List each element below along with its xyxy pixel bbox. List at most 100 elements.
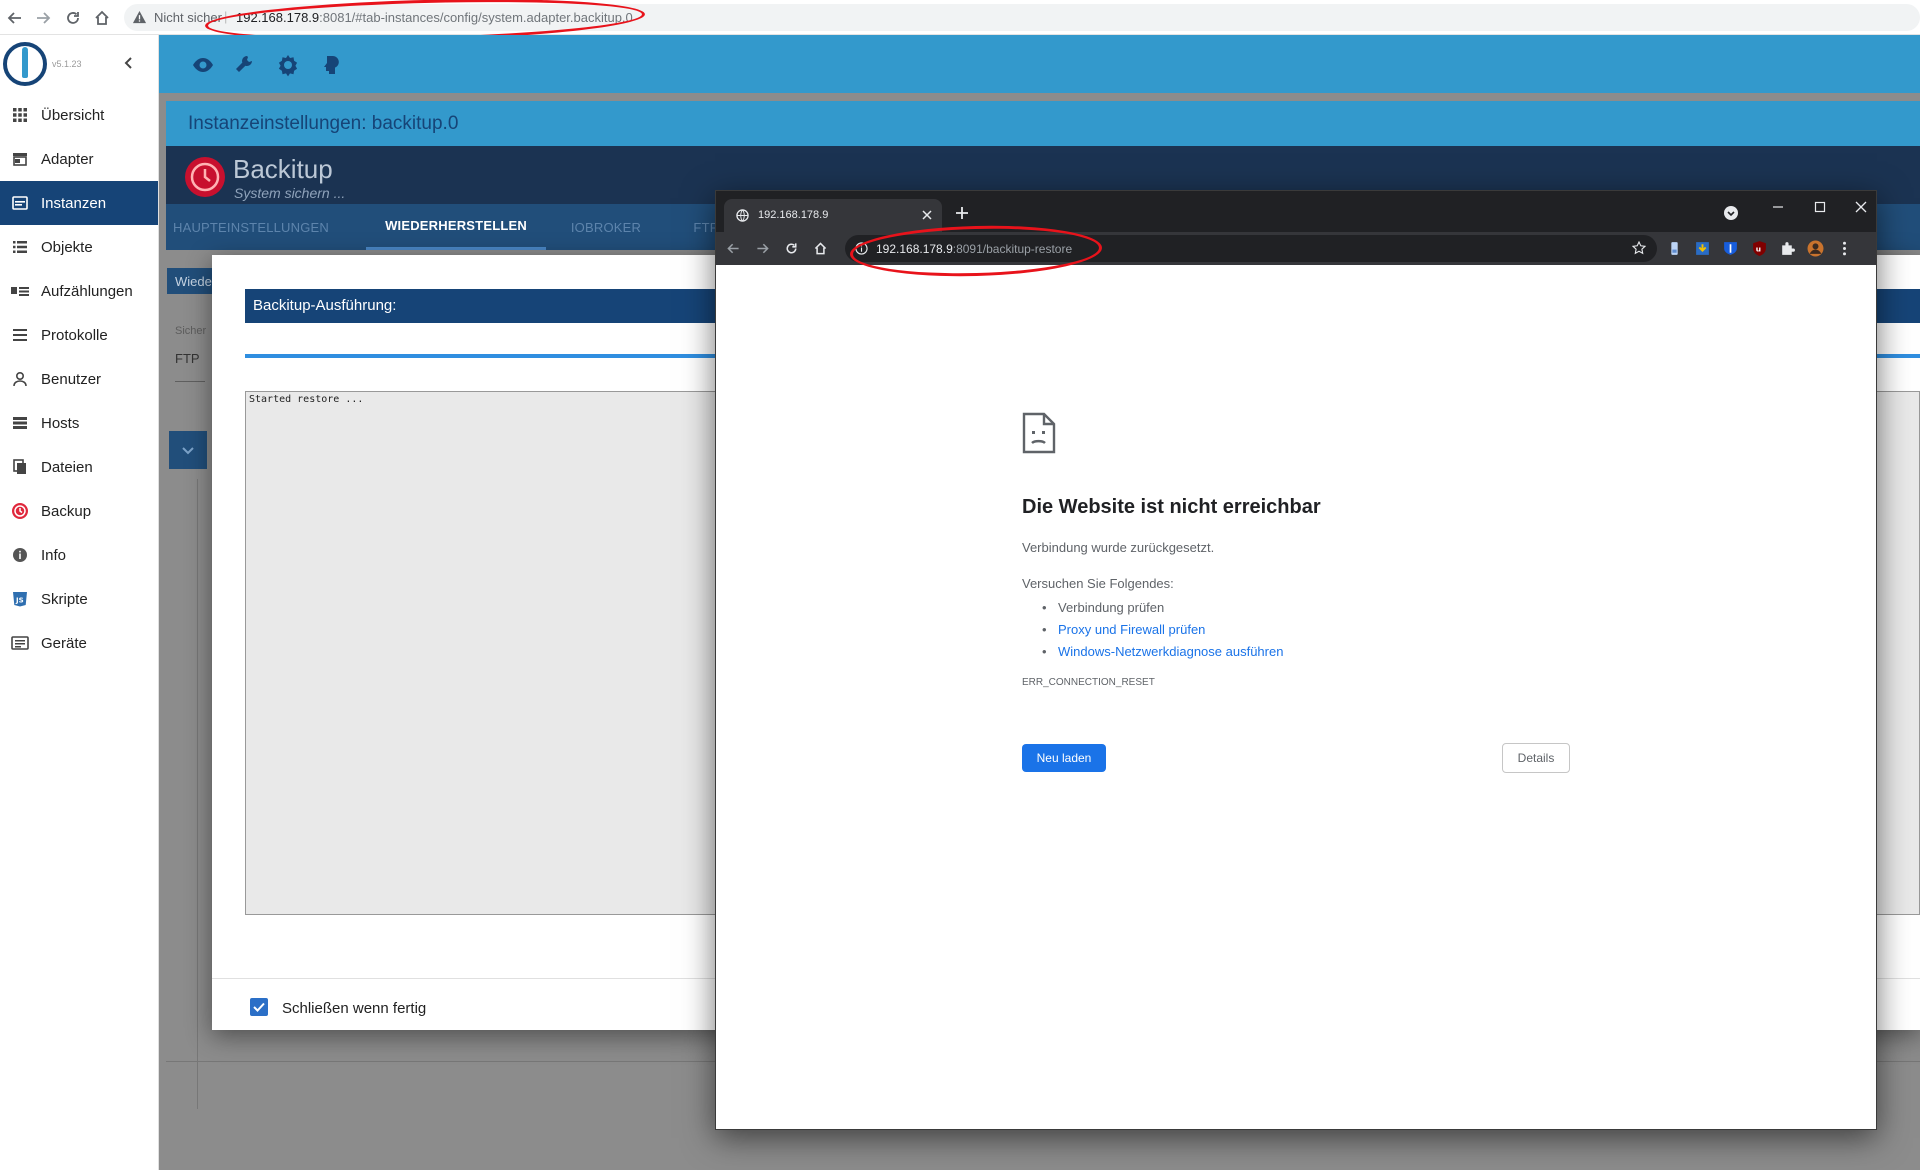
more-vertical-icon[interactable] [1836, 240, 1853, 257]
tab-iobroker[interactable]: IOBROKER [546, 204, 666, 250]
server-icon [11, 414, 29, 432]
instance-settings-header: Instanzeinstellungen: backitup.0 [166, 101, 1920, 146]
tab-haupteinstellungen[interactable]: HAUPTEINSTELLUNGEN [166, 204, 336, 250]
error-page: Die Website ist nicht erreichbar Verbind… [716, 265, 1876, 1129]
suggestion-network-diagnostics-link[interactable]: Windows-Netzwerkdiagnose ausführen [1042, 641, 1283, 663]
svg-text:u: u [1756, 245, 1761, 254]
sidebar-item-geraete[interactable]: Geräte [0, 621, 158, 665]
source-select-value[interactable]: FTP [175, 351, 200, 366]
backup-icon [11, 502, 29, 520]
chevron-down-icon [180, 442, 196, 458]
sidebar-item-label: Aufzählungen [41, 282, 133, 300]
store-icon [11, 150, 29, 168]
sidebar-item-skripte[interactable]: JS Skripte [0, 577, 158, 621]
sidebar-item-instanzen[interactable]: Instanzen [0, 181, 158, 225]
back-arrow-icon[interactable] [5, 8, 25, 28]
sidebar-item-dateien[interactable]: Dateien [0, 445, 158, 489]
sidebar-item-label: Objekte [41, 238, 93, 256]
sidebar-item-label: Adapter [41, 150, 94, 168]
new-tab-plus-icon[interactable] [955, 206, 969, 220]
details-button[interactable]: Details [1502, 743, 1570, 773]
home-icon[interactable] [812, 240, 829, 257]
extensions-puzzle-icon[interactable] [1779, 240, 1796, 257]
adapter-name: Backitup [233, 154, 333, 184]
globe-icon [736, 209, 749, 222]
sidebar-item-label: Hosts [41, 414, 80, 432]
enum-icon [11, 282, 29, 300]
expand-button[interactable] [169, 431, 207, 469]
sidebar-item-protokolle[interactable]: Protokolle [0, 313, 158, 357]
maximize-icon[interactable] [1813, 200, 1827, 214]
error-subtitle: Verbindung wurde zurückgesetzt. [1022, 540, 1215, 555]
sidebar-item-uebersicht[interactable]: Übersicht [0, 93, 158, 137]
reload-button[interactable]: Neu laden [1022, 744, 1106, 772]
extension-bitwarden-icon[interactable] [1722, 240, 1739, 257]
error-try-heading: Versuchen Sie Folgendes: [1022, 576, 1174, 591]
restore-section-chip: Wiede [167, 268, 217, 294]
popup-tab[interactable]: 192.168.178.9 [724, 199, 942, 232]
extension-download-icon[interactable] [1694, 240, 1711, 257]
list-icon [11, 238, 29, 256]
sidebar-item-label: Dateien [41, 458, 93, 476]
expert-mode-icon[interactable] [319, 53, 343, 77]
sidebar-item-objekte[interactable]: Objekte [0, 225, 158, 269]
popup-browser-window: 192.168.178.9 192.168.178.9:8091/backitu… [715, 190, 1877, 1130]
collapse-chevron-icon[interactable] [121, 55, 137, 71]
forward-arrow-icon[interactable] [754, 240, 771, 257]
sidebar-item-label: Backup [41, 502, 92, 520]
error-code: ERR_CONNECTION_RESET [1022, 677, 1155, 688]
window-close-icon[interactable] [1854, 200, 1868, 214]
checkmark-icon [252, 1000, 266, 1014]
sidebar-item-label: Übersicht [41, 106, 105, 124]
wrench-icon[interactable] [233, 53, 257, 77]
sidebar-item-backup[interactable]: Backup [0, 489, 158, 533]
backitup-logo-icon [184, 156, 226, 198]
suggestion-proxy-firewall-link[interactable]: Proxy und Firewall prüfen [1042, 619, 1283, 641]
user-icon [11, 370, 29, 388]
tab-close-icon[interactable] [920, 208, 934, 222]
minimize-icon[interactable] [1771, 200, 1785, 214]
sidebar-item-info[interactable]: Info [0, 533, 158, 577]
files-icon [11, 458, 29, 476]
sidebar-item-aufzaehlungen[interactable]: Aufzählungen [0, 269, 158, 313]
suggestion-check-connection: Verbindung prüfen [1042, 597, 1283, 619]
tab-wiederherstellen[interactable]: WIEDERHERSTELLEN [366, 204, 546, 250]
eye-icon[interactable] [191, 53, 215, 77]
sidebar-item-label: Skripte [41, 590, 88, 608]
close-when-done-checkbox[interactable] [250, 998, 268, 1016]
logo-area: v5.1.23 [0, 35, 158, 93]
close-when-done-label[interactable]: Schließen wenn fertig [282, 1000, 426, 1017]
error-suggestions: Verbindung prüfen Proxy und Firewall prü… [1042, 597, 1283, 663]
back-arrow-icon[interactable] [725, 240, 742, 257]
sidebar-item-hosts[interactable]: Hosts [0, 401, 158, 445]
sidebar-item-label: Benutzer [41, 370, 102, 388]
sidebar-item-adapter[interactable]: Adapter [0, 137, 158, 181]
forward-arrow-icon[interactable] [33, 8, 53, 28]
instance-settings-title: Instanzeinstellungen: backitup.0 [188, 113, 459, 134]
version-label: v5.1.23 [52, 59, 82, 69]
error-title: Die Website ist nicht erreichbar [1022, 496, 1321, 518]
sad-page-icon [1022, 412, 1056, 454]
app-topbar [159, 35, 1920, 93]
bookmark-star-icon[interactable] [1632, 241, 1646, 255]
popup-tab-title: 192.168.178.9 [758, 209, 829, 221]
sidebar-item-benutzer[interactable]: Benutzer [0, 357, 158, 401]
grid-icon [11, 106, 29, 124]
js-icon: JS [11, 590, 29, 608]
home-icon[interactable] [92, 8, 112, 28]
extension-password-icon[interactable] [1666, 240, 1683, 257]
info-icon [11, 546, 29, 564]
app-sidebar: v5.1.23 Übersicht Adapter Instanzen Obje… [0, 35, 159, 1170]
svg-text:JS: JS [15, 597, 24, 605]
reload-icon[interactable] [783, 240, 800, 257]
iobroker-logo[interactable] [2, 41, 48, 87]
sidebar-item-label: Info [41, 546, 67, 564]
reload-icon[interactable] [63, 8, 83, 28]
adapter-subtitle: System sichern ... [234, 185, 346, 201]
source-select-label: Sicher [175, 325, 207, 337]
warning-triangle-icon [132, 10, 147, 25]
extension-ublock-icon[interactable]: u [1751, 240, 1768, 257]
gear-icon[interactable] [276, 53, 300, 77]
tab-search-icon[interactable] [1723, 205, 1739, 221]
profile-avatar-icon[interactable] [1807, 240, 1824, 257]
